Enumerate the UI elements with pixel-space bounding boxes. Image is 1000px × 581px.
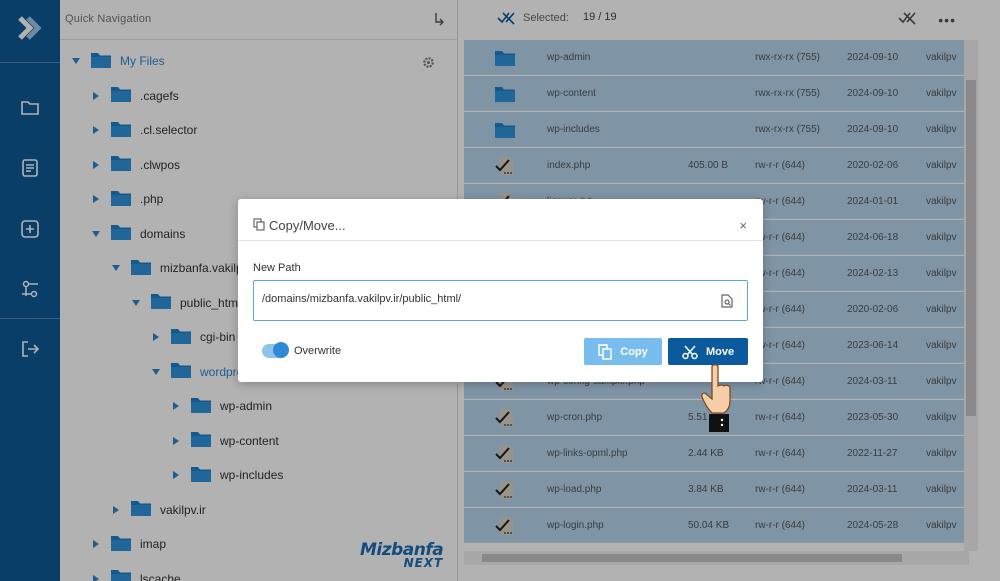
- dialog-header: Copy/Move... ×: [238, 199, 763, 241]
- move-button[interactable]: Move: [668, 338, 748, 365]
- new-path-input[interactable]: [262, 293, 702, 305]
- new-path-field[interactable]: [253, 280, 748, 321]
- copy-icon: [598, 343, 612, 360]
- overwrite-label: Overwrite: [294, 345, 342, 357]
- new-path-label: New Path: [253, 262, 301, 274]
- copy-move-dialog: Copy/Move... × New Path Overwrite Copy M…: [238, 199, 763, 382]
- scissors-icon: [682, 345, 698, 359]
- copy-button-label: Copy: [620, 345, 648, 358]
- pointer-hand-icon: [701, 363, 731, 432]
- copy-button[interactable]: Copy: [584, 338, 662, 365]
- dialog-title: Copy/Move...: [269, 218, 346, 233]
- overwrite-toggle[interactable]: [262, 342, 289, 358]
- move-button-label: Move: [705, 345, 735, 358]
- browse-folder-icon[interactable]: [721, 294, 733, 308]
- toggle-knob: [273, 342, 289, 358]
- close-icon[interactable]: ×: [739, 218, 747, 233]
- copy-icon: [253, 218, 265, 231]
